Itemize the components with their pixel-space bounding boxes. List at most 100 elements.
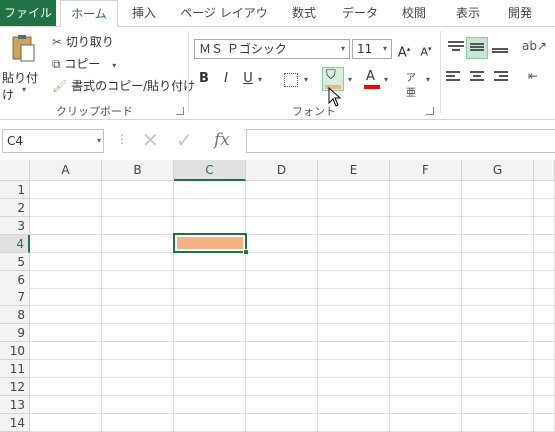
cell[interactable] — [390, 288, 462, 306]
cell[interactable] — [390, 396, 462, 414]
row-header-5[interactable]: 5 — [0, 253, 30, 271]
cell[interactable] — [534, 324, 555, 342]
formula-input[interactable] — [246, 129, 555, 153]
cell[interactable] — [462, 253, 534, 271]
row-header-6[interactable]: 6 — [0, 271, 30, 289]
cell[interactable] — [102, 288, 174, 306]
cell[interactable] — [462, 217, 534, 235]
cell[interactable] — [102, 199, 174, 217]
align-top-icon[interactable] — [446, 39, 466, 57]
cancel-icon[interactable]: ✕ — [142, 128, 159, 152]
cell[interactable] — [102, 217, 174, 235]
cell[interactable] — [462, 360, 534, 378]
row-header-14[interactable]: 14 — [0, 414, 30, 432]
cell[interactable] — [534, 253, 555, 271]
cell[interactable] — [174, 414, 246, 432]
column-header-partial[interactable] — [534, 160, 555, 181]
tab-file[interactable]: ファイル — [0, 0, 56, 26]
cell[interactable] — [30, 181, 102, 199]
cell[interactable] — [534, 181, 555, 199]
cell[interactable] — [246, 360, 318, 378]
name-box[interactable]: C4 ▾ — [2, 129, 104, 153]
cell[interactable] — [30, 235, 102, 253]
row-header-10[interactable]: 10 — [0, 342, 30, 360]
row-header-13[interactable]: 13 — [0, 396, 30, 414]
cell[interactable] — [534, 235, 555, 253]
cell[interactable] — [174, 324, 246, 342]
cell[interactable] — [30, 324, 102, 342]
align-right-icon[interactable] — [490, 71, 508, 85]
cell[interactable] — [462, 235, 534, 253]
cell[interactable] — [246, 253, 318, 271]
align-middle-icon[interactable] — [466, 37, 488, 59]
tab-home[interactable]: ホーム — [60, 0, 118, 27]
cell[interactable] — [246, 235, 318, 253]
cell[interactable] — [102, 181, 174, 199]
cell[interactable] — [390, 199, 462, 217]
cell[interactable] — [246, 396, 318, 414]
cell[interactable] — [30, 396, 102, 414]
copy-button[interactable]: ⧉ コピー ▾ — [52, 55, 116, 72]
paste-button[interactable]: 貼り付け ▾ — [2, 31, 46, 102]
cell[interactable] — [30, 288, 102, 306]
cell[interactable] — [318, 288, 390, 306]
cell[interactable] — [174, 360, 246, 378]
italic-button[interactable]: I — [216, 69, 236, 89]
fill-handle[interactable] — [243, 249, 249, 255]
font-dialog-launcher[interactable] — [426, 107, 434, 115]
cell[interactable] — [462, 414, 534, 432]
font-name-select[interactable]: ＭＳ Ｐゴシック ▾ — [194, 39, 350, 59]
cell[interactable] — [534, 342, 555, 360]
cell[interactable] — [102, 378, 174, 396]
cell[interactable] — [30, 217, 102, 235]
cell[interactable] — [534, 378, 555, 396]
cell[interactable] — [534, 396, 555, 414]
cell[interactable] — [30, 253, 102, 271]
align-left-icon[interactable] — [446, 71, 464, 85]
cell[interactable] — [318, 217, 390, 235]
cell[interactable] — [246, 217, 318, 235]
cell[interactable] — [102, 324, 174, 342]
cell[interactable] — [102, 235, 174, 253]
cell[interactable] — [30, 360, 102, 378]
cell[interactable] — [534, 288, 555, 306]
worksheet-grid[interactable]: ABCDEFG 1 2 3 4 5 6 7 8 9 10 11 12 13 14 — [0, 160, 555, 432]
cell[interactable] — [318, 235, 390, 253]
chevron-down-icon[interactable]: ▾ — [426, 75, 430, 84]
cell[interactable] — [390, 235, 462, 253]
cell[interactable] — [246, 414, 318, 432]
cell[interactable] — [390, 253, 462, 271]
bold-button[interactable]: B — [194, 69, 214, 89]
tab-review[interactable]: 校閲 — [392, 0, 436, 26]
row-header-8[interactable]: 8 — [0, 306, 30, 324]
cell[interactable] — [390, 324, 462, 342]
chevron-down-icon[interactable]: ▾ — [304, 75, 308, 84]
borders-icon[interactable] — [284, 73, 298, 87]
cell[interactable] — [174, 396, 246, 414]
row-header-7[interactable]: 7 — [0, 288, 30, 306]
cell[interactable] — [534, 217, 555, 235]
cell[interactable] — [318, 271, 390, 289]
tab-view[interactable]: 表示 — [448, 0, 488, 26]
cell[interactable] — [534, 271, 555, 289]
cell[interactable] — [246, 378, 318, 396]
row-header-11[interactable]: 11 — [0, 360, 30, 378]
column-header-c[interactable]: C — [174, 160, 246, 181]
cell[interactable] — [174, 253, 246, 271]
cell[interactable] — [102, 271, 174, 289]
cell[interactable] — [318, 378, 390, 396]
cell[interactable] — [102, 306, 174, 324]
cell[interactable] — [30, 306, 102, 324]
enter-icon[interactable]: ✓ — [176, 128, 193, 152]
cell[interactable] — [246, 342, 318, 360]
column-header-a[interactable]: A — [30, 160, 102, 181]
cell[interactable] — [174, 342, 246, 360]
column-header-f[interactable]: F — [390, 160, 462, 181]
chevron-down-icon[interactable]: ▾ — [348, 75, 352, 84]
indent-icon[interactable]: ⇤ — [528, 69, 538, 83]
cell[interactable] — [318, 181, 390, 199]
cell[interactable] — [246, 306, 318, 324]
chevron-down-icon[interactable]: ▾ — [258, 75, 262, 84]
cell[interactable] — [390, 360, 462, 378]
cell[interactable] — [174, 181, 246, 199]
